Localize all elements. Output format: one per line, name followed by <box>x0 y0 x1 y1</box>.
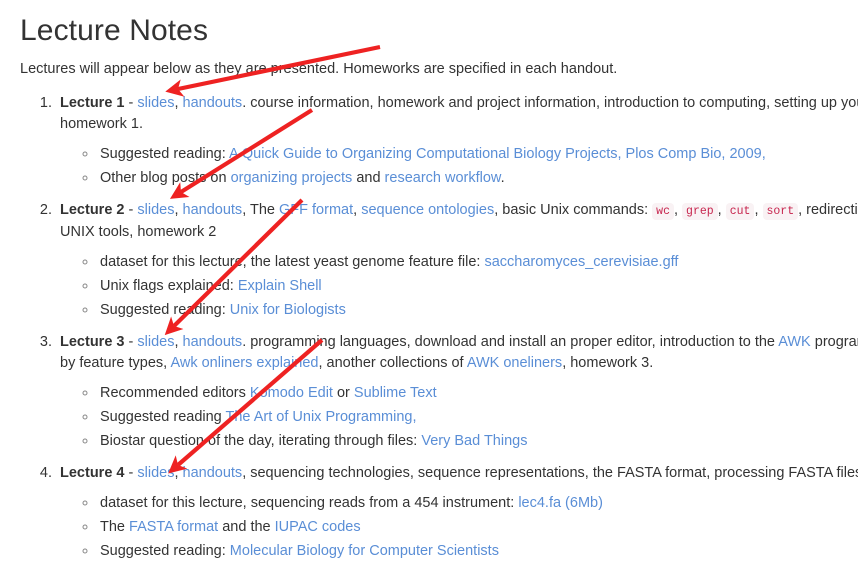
fasta-format-link[interactable]: FASTA format <box>129 519 218 535</box>
lecture-2-separator: , <box>174 201 183 218</box>
lecture-4-reading-lead: Suggested reading: <box>100 542 230 559</box>
molecular-biology-link[interactable]: Molecular Biology for Computer Scientist… <box>230 543 499 559</box>
komodo-edit-link[interactable]: Komodo Edit <box>250 385 333 401</box>
list-item-lecture-2: Lecture 2 - slides, handouts, The GFF fo… <box>56 200 858 322</box>
list-item-lecture-2-reading: Suggested reading: Unix for Biologists <box>98 298 858 322</box>
lec4-fa-link[interactable]: lec4.fa (6Mb) <box>518 495 603 511</box>
code-wc: wc <box>652 202 674 220</box>
lecture-2-text-c: , basic Unix commands: <box>494 201 653 218</box>
lecture-4-separator: , <box>174 464 183 481</box>
lecture-1-blogposts-tail: . <box>500 169 505 186</box>
list-item-lecture-3-reading: Suggested reading The Art of Unix Progra… <box>98 405 858 429</box>
lecture-notes-page: Lecture Notes Lectures will appear below… <box>0 14 858 563</box>
lecture-1-dash: - <box>124 94 138 111</box>
lecture-1-blogposts-between: and <box>352 169 385 186</box>
lecture-3-separator: , <box>174 333 183 350</box>
lecture-3-editors-lead: Recommended editors <box>100 384 250 401</box>
lecture-1-handouts-link[interactable]: handouts <box>183 95 243 111</box>
lecture-2-title: Lecture 2 <box>60 201 125 218</box>
lecture-4-fasta-lead: The <box>100 518 130 535</box>
lecture-3-dash: - <box>124 333 138 350</box>
list-item-lecture-2-unixflags: Unix flags explained: Explain Shell <box>98 274 858 298</box>
lecture-4-dash: - <box>124 464 138 481</box>
awk-oneliners-link[interactable]: AWK oneliners <box>467 355 562 371</box>
code-sort: sort <box>762 202 799 220</box>
lecture-2-text-a: , The <box>242 201 279 218</box>
lecture-3-text-c: , another collections of <box>318 354 467 371</box>
lecture-4-fasta-between: and the <box>218 518 275 535</box>
lecture-4-title: Lecture 4 <box>60 464 125 481</box>
list-item-lecture-1-blogposts: Other blog posts on organizing projects … <box>98 166 858 190</box>
lecture-1-blogposts-lead: Other blog posts on <box>100 169 231 186</box>
code-grep: grep <box>682 202 718 220</box>
research-workflow-link[interactable]: research workflow <box>385 170 501 186</box>
gff-format-link[interactable]: GFF format <box>279 202 353 218</box>
awk-onliners-explained-link[interactable]: Awk onliners explained <box>170 355 318 371</box>
lecture-1-title: Lecture 1 <box>60 94 125 111</box>
unix-for-biologists-link[interactable]: Unix for Biologists <box>230 302 346 318</box>
very-bad-things-link[interactable]: Very Bad Things <box>421 433 527 449</box>
lecture-1-separator: , <box>174 94 183 111</box>
cmd-sep-1: , <box>673 201 683 218</box>
lecture-1-sublist: Suggested reading: A Quick Guide to Orga… <box>60 142 858 190</box>
explain-shell-link[interactable]: Explain Shell <box>238 278 322 294</box>
list-item-lecture-3-biostar: Biostar question of the day, iterating t… <box>98 429 858 453</box>
lecture-2-dash: - <box>124 201 138 218</box>
lecture-2-reading-lead: Suggested reading: <box>100 301 230 318</box>
code-cut: cut <box>725 202 755 220</box>
list-item-lecture-4-fasta: The FASTA format and the IUPAC codes <box>98 515 858 539</box>
lecture-3-sublist: Recommended editors Komodo Edit or Subli… <box>60 381 858 453</box>
lecture-1-reading-link[interactable]: A Quick Guide to Organizing Computationa… <box>229 146 766 162</box>
sequence-ontologies-link[interactable]: sequence ontologies <box>361 202 494 218</box>
art-of-unix-programming-link[interactable]: The Art of Unix Programming, <box>226 409 417 425</box>
lecture-1-slides-link[interactable]: slides <box>137 95 174 111</box>
lecture-3-slides-link[interactable]: slides <box>137 334 174 350</box>
page-title: Lecture Notes <box>20 14 209 47</box>
list-item-lecture-2-dataset: dataset for this lecture, the latest yea… <box>98 250 858 274</box>
lecture-4-slides-link[interactable]: slides <box>137 465 174 481</box>
lecture-3-editors-between: or <box>332 384 354 401</box>
lecture-3-title: Lecture 3 <box>60 333 125 350</box>
lecture-4-sublist: dataset for this lecture, sequencing rea… <box>60 491 858 563</box>
organizing-projects-link[interactable]: organizing projects <box>231 170 353 186</box>
lecture-2-text-b: , <box>353 201 362 218</box>
lecture-2-handouts-link[interactable]: handouts <box>183 202 243 218</box>
lecture-3-biostar-lead: Biostar question of the day, iterating t… <box>100 432 422 449</box>
lecture-3-reading-lead: Suggested reading <box>100 408 226 425</box>
list-item-lecture-1: Lecture 1 - slides, handouts. course inf… <box>56 93 858 190</box>
intro-paragraph: Lectures will appear below as they are p… <box>20 60 618 77</box>
cmd-sep-3: , <box>754 201 763 218</box>
sublime-text-link[interactable]: Sublime Text <box>354 385 437 401</box>
lecture-3-text-a: . programming languages, download and in… <box>242 333 779 350</box>
cmd-sep-2: , <box>717 201 726 218</box>
lecture-3-description: , homework 3. <box>562 354 654 371</box>
lecture-2-unixflags-lead: Unix flags explained: <box>100 277 238 294</box>
list-item-lecture-3: Lecture 3 - slides, handouts. programmin… <box>56 332 858 453</box>
lecture-4-handouts-link[interactable]: handouts <box>183 465 243 481</box>
lecture-4-description: , sequencing technologies, sequence repr… <box>242 464 858 481</box>
awk-link[interactable]: AWK <box>778 334 811 350</box>
list-item-lecture-1-reading: Suggested reading: A Quick Guide to Orga… <box>98 142 858 166</box>
lecture-2-sublist: dataset for this lecture, the latest yea… <box>60 250 858 322</box>
list-item-lecture-4-reading: Suggested reading: Molecular Biology for… <box>98 539 858 563</box>
lecture-list: Lecture 1 - slides, handouts. course inf… <box>20 93 858 563</box>
list-item-lecture-3-editors: Recommended editors Komodo Edit or Subli… <box>98 381 858 405</box>
list-item-lecture-4: Lecture 4 - slides, handouts, sequencing… <box>56 463 858 563</box>
lecture-3-handouts-link[interactable]: handouts <box>183 334 243 350</box>
lecture-2-dataset-lead: dataset for this lecture, the latest yea… <box>100 253 485 270</box>
lecture-2-slides-link[interactable]: slides <box>137 202 174 218</box>
lecture-1-reading-lead: Suggested reading: <box>100 145 229 162</box>
list-item-lecture-4-dataset: dataset for this lecture, sequencing rea… <box>98 491 858 515</box>
lecture-4-dataset-lead: dataset for this lecture, sequencing rea… <box>100 494 519 511</box>
iupac-codes-link[interactable]: IUPAC codes <box>275 519 361 535</box>
saccharomyces-gff-link[interactable]: saccharomyces_cerevisiae.gff <box>484 254 678 270</box>
